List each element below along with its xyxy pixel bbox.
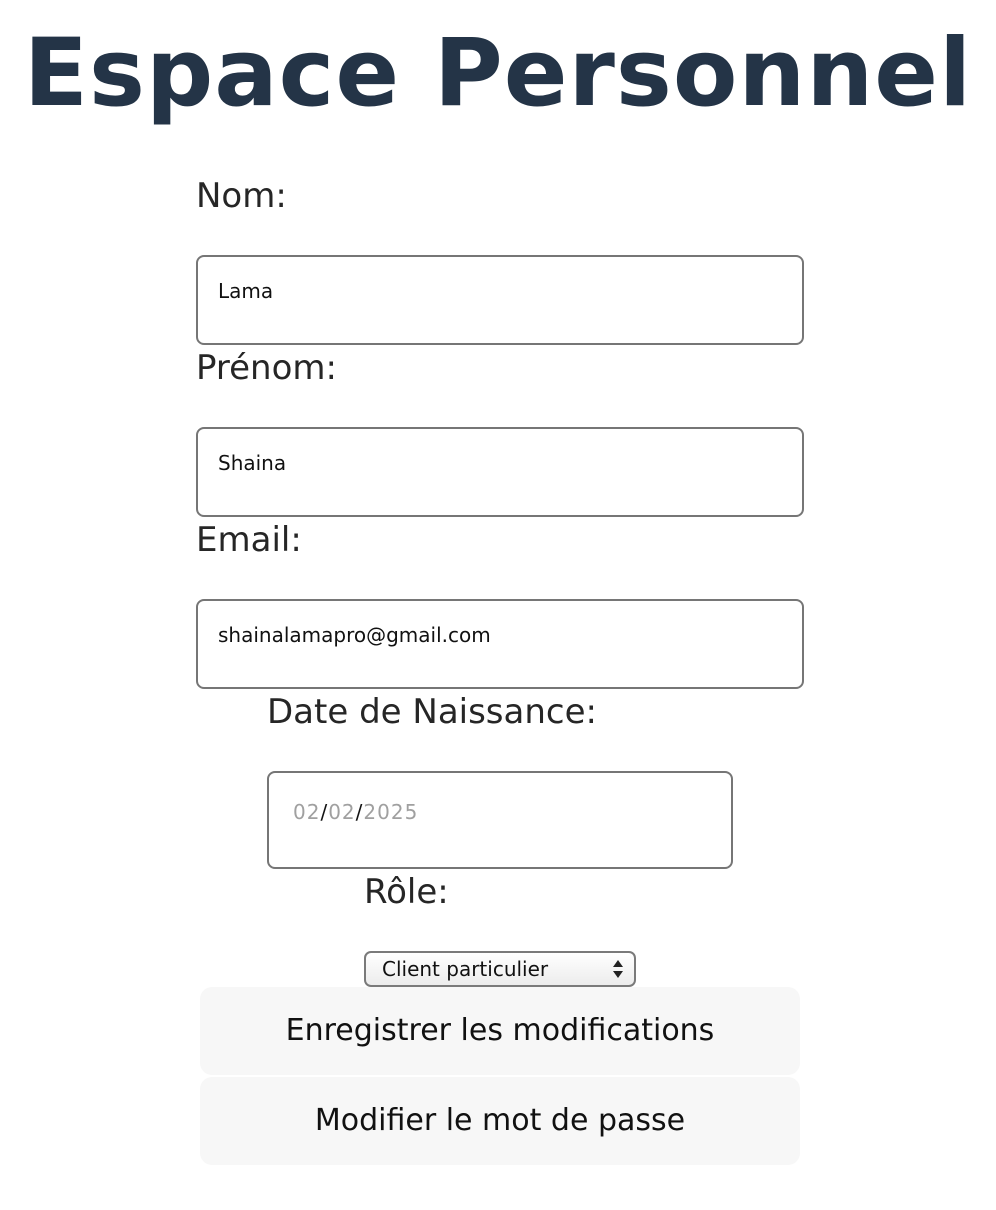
up-down-chevron-icon	[612, 958, 624, 980]
page-title: Espace Personnel	[23, 19, 973, 128]
prenom-input-value: Shaina	[218, 451, 287, 475]
nom-label: Nom:	[196, 176, 287, 216]
prenom-input[interactable]: Shaina	[196, 427, 804, 517]
role-label: Rôle:	[364, 872, 449, 912]
save-button[interactable]: Enregistrer les modifications	[200, 987, 800, 1075]
date-year[interactable]: 2025	[363, 800, 418, 824]
nom-input-value: Lama	[218, 279, 274, 303]
date-naissance-label: Date de Naissance:	[267, 692, 597, 732]
change-password-button[interactable]: Modifier le mot de passe	[200, 1077, 800, 1165]
nom-input[interactable]: Lama	[196, 255, 804, 345]
prenom-label: Prénom:	[196, 348, 337, 388]
role-select-value: Client particulier	[382, 957, 549, 981]
email-input-value: shainalamapro@gmail.com	[218, 623, 491, 647]
date-naissance-input[interactable]: 02/02/2025	[267, 771, 733, 869]
role-select[interactable]: Client particulier	[364, 951, 636, 987]
date-day[interactable]: 02	[293, 800, 320, 824]
date-month[interactable]: 02	[328, 800, 355, 824]
email-label: Email:	[196, 520, 302, 560]
email-input[interactable]: shainalamapro@gmail.com	[196, 599, 804, 689]
